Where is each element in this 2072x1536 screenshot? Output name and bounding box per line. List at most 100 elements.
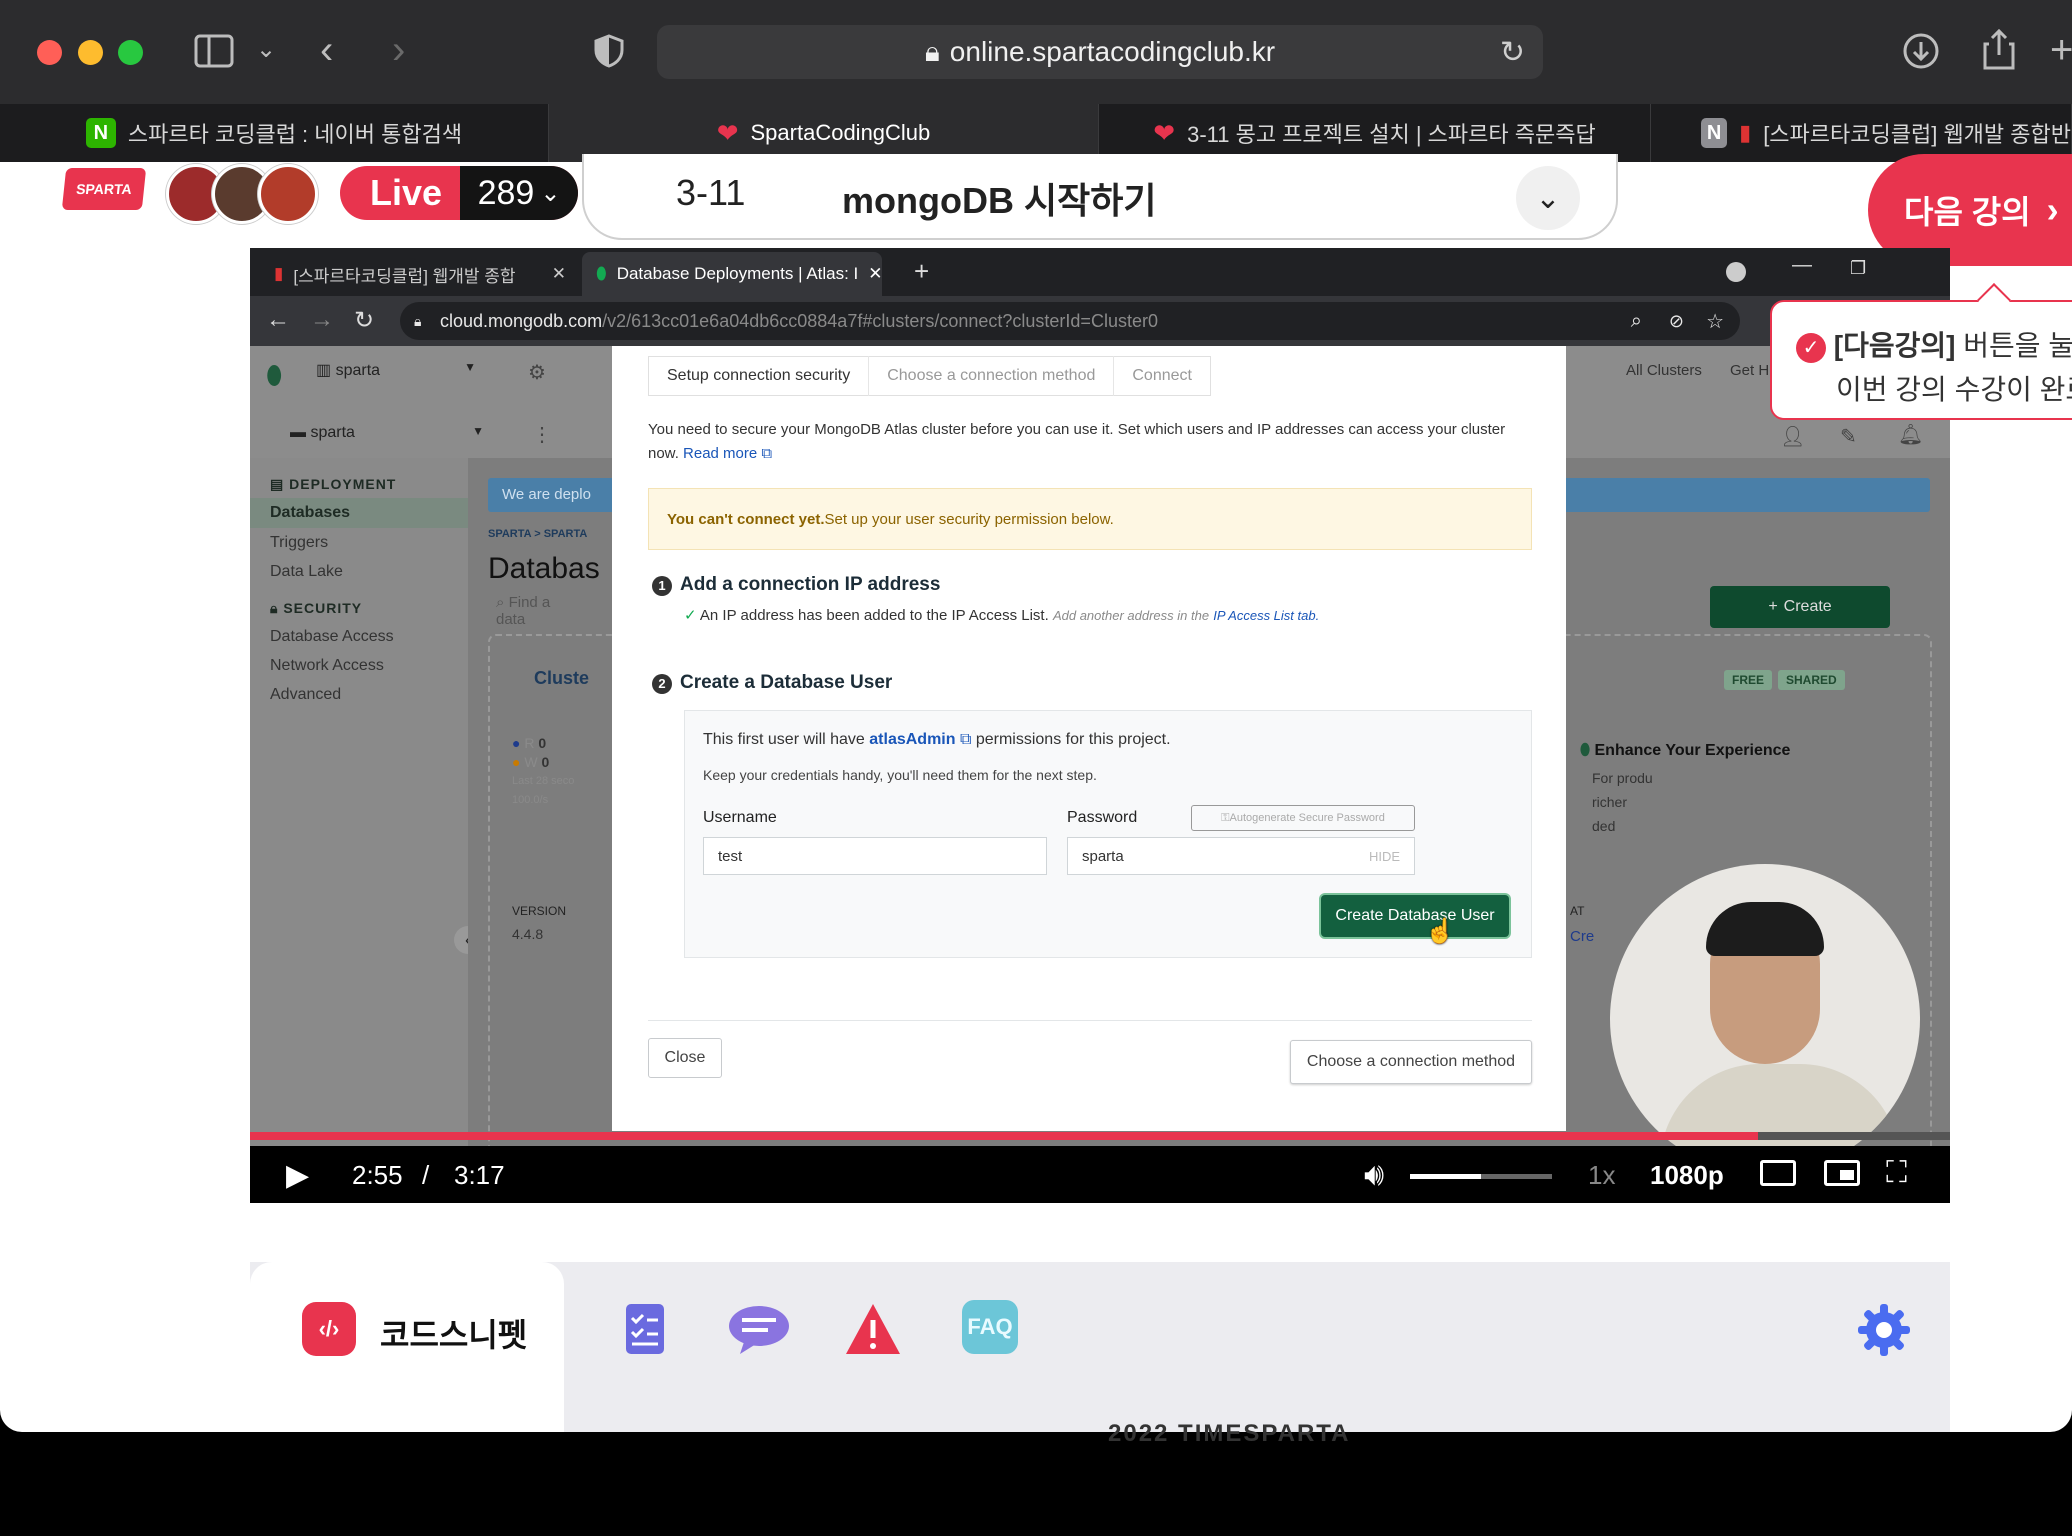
sidebar-item-triggers[interactable]: Triggers bbox=[270, 534, 328, 552]
invite-user-icon[interactable]: 👤︎ bbox=[1780, 424, 1805, 449]
fullscreen-icon[interactable]: ⛶ bbox=[1886, 1156, 1907, 1190]
page-title: Databas bbox=[488, 552, 600, 585]
step2-title: 2 Create a Database User bbox=[652, 672, 892, 694]
version-value: 4.4.8 bbox=[512, 926, 544, 942]
step-number-2: 2 bbox=[652, 673, 672, 694]
shield-icon[interactable] bbox=[594, 34, 624, 74]
username-field[interactable]: test bbox=[703, 837, 1047, 875]
forward-icon[interactable]: → bbox=[310, 306, 334, 334]
subtitles-icon[interactable] bbox=[1760, 1160, 1796, 1186]
badge-shared: SHARED bbox=[1778, 670, 1845, 690]
playback-speed[interactable]: 1x bbox=[1588, 1160, 1615, 1191]
step-setup-security[interactable]: Setup connection security bbox=[649, 356, 870, 396]
lecture-selector[interactable]: 3-11 mongoDB 시작하기 ⌄ bbox=[582, 154, 1618, 240]
video-progress-fill bbox=[250, 1132, 1758, 1140]
sparta-logo[interactable]: SPARTA bbox=[61, 168, 147, 210]
eye-off-icon[interactable]: ⊘ bbox=[1669, 311, 1684, 332]
gear-icon[interactable]: ⚙ bbox=[528, 360, 546, 385]
step-choose-method[interactable]: Choose a connection method bbox=[869, 356, 1115, 396]
sidebar-toggle-icon[interactable] bbox=[194, 34, 234, 74]
reload-icon[interactable]: ↻ bbox=[1500, 35, 1525, 70]
password-field[interactable]: sparta HIDE bbox=[1067, 837, 1415, 875]
video-player[interactable]: ▮ [스파르타코딩클럽] 웹개발 종합 ✕ ⬮ Database Deploym… bbox=[250, 248, 1950, 1203]
close-button[interactable]: Close bbox=[648, 1038, 722, 1078]
tab-naver-search[interactable]: N 스파르타 코딩클럽 : 네이버 통합검색 bbox=[0, 104, 549, 162]
share-icon[interactable] bbox=[1982, 28, 2016, 76]
chrome-tab-atlas[interactable]: ⬮ Database Deployments | Atlas: I ✕ bbox=[582, 252, 882, 296]
breadcrumb[interactable]: SPARTA > SPARTA bbox=[488, 528, 587, 540]
volume-slider[interactable] bbox=[1410, 1174, 1552, 1179]
download-icon[interactable] bbox=[1902, 32, 1940, 76]
ip-access-list-link[interactable]: IP Access List tab. bbox=[1213, 608, 1319, 623]
warning-icon[interactable] bbox=[844, 1300, 902, 1358]
metrics: ● R 0 ● W 0 Last 28 seco 100.0/s bbox=[512, 735, 575, 806]
back-icon[interactable]: ← bbox=[266, 306, 290, 334]
sidebar-item-database-access[interactable]: Database Access bbox=[270, 628, 394, 646]
back-icon[interactable]: ‹ bbox=[320, 30, 333, 70]
create-link[interactable]: Cre bbox=[1570, 928, 1594, 945]
bell-icon[interactable]: 🔔︎ bbox=[1898, 422, 1923, 447]
zoom-icon[interactable]: ⌕ bbox=[1631, 310, 1642, 333]
star-icon[interactable]: ☆ bbox=[1706, 309, 1724, 334]
avatar-group[interactable] bbox=[166, 164, 320, 224]
restore-icon[interactable]: ❐ bbox=[1850, 258, 1866, 279]
minimize-icon[interactable]: — bbox=[1792, 254, 1812, 277]
autogenerate-password-button[interactable]: ⚿ Autogenerate Secure Password bbox=[1191, 805, 1415, 831]
top-link-all-clusters[interactable]: All Clusters bbox=[1626, 362, 1702, 379]
create-button[interactable]: + Create bbox=[1710, 586, 1890, 628]
find-database-input[interactable]: ⌕ Find a data bbox=[488, 588, 588, 628]
close-icon[interactable]: ✕ bbox=[552, 264, 566, 284]
chrome-tab-course[interactable]: ▮ [스파르타코딩클럽] 웹개발 종합 ✕ bbox=[260, 252, 580, 296]
sidebar-item-data-lake[interactable]: Data Lake bbox=[270, 563, 343, 581]
more-icon[interactable]: ⋮ bbox=[532, 422, 552, 447]
faq-icon[interactable]: FAQ bbox=[962, 1300, 1020, 1358]
close-window-button[interactable] bbox=[37, 40, 62, 65]
chrome-omnibox[interactable]: 🔒︎ cloud.mongodb.com/v2/613cc01e6a04db6c… bbox=[400, 302, 1740, 340]
tooltip-bold: [다음강의] bbox=[1833, 330, 1956, 361]
create-database-user-button[interactable]: Create Database User bbox=[1321, 895, 1509, 937]
pip-icon[interactable] bbox=[1824, 1160, 1860, 1186]
video-progress-track[interactable] bbox=[250, 1132, 1950, 1140]
close-icon[interactable]: ✕ bbox=[868, 264, 882, 284]
lecture-number: 3-11 bbox=[676, 172, 746, 213]
top-link-get-help[interactable]: Get H bbox=[1730, 362, 1769, 379]
quality-selector[interactable]: 1080p bbox=[1650, 1160, 1724, 1191]
live-pill[interactable]: Live 289 ⌄ bbox=[340, 166, 578, 220]
url-text: online.spartacodingclub.kr bbox=[949, 36, 1276, 67]
choose-connection-method-button[interactable]: Choose a connection method bbox=[1290, 1040, 1532, 1084]
tab-label: 3-11 몽고 프로젝트 설치 | 스파르타 즉문즉답 bbox=[1187, 122, 1596, 147]
sidebar-item-databases[interactable]: Databases bbox=[270, 504, 350, 522]
read-more-link[interactable]: Read more bbox=[683, 445, 757, 462]
external-link-icon: ⧉ bbox=[757, 445, 773, 462]
new-tab-icon[interactable]: + bbox=[2050, 30, 2072, 70]
chevron-down-icon[interactable]: ⌄ bbox=[256, 38, 276, 62]
cluster-name[interactable]: Cluste bbox=[534, 668, 589, 689]
chat-icon[interactable] bbox=[726, 1300, 789, 1358]
instructor-webcam bbox=[1610, 864, 1920, 1174]
checklist-icon[interactable] bbox=[616, 1300, 674, 1358]
tab-code-snippet[interactable]: ‹/› 코드스니펫 bbox=[250, 1262, 564, 1432]
play-icon[interactable]: ▶ bbox=[286, 1158, 309, 1193]
gear-icon[interactable] bbox=[1854, 1300, 1912, 1358]
reload-icon[interactable]: ↻ bbox=[354, 306, 374, 335]
new-tab-icon[interactable]: + bbox=[914, 256, 929, 287]
sidebar-item-network-access[interactable]: Network Access bbox=[270, 657, 384, 675]
lock-icon: 🔒︎ bbox=[924, 35, 940, 67]
forward-icon[interactable]: › bbox=[392, 30, 405, 70]
step-connect[interactable]: Connect bbox=[1114, 356, 1210, 396]
sidebar-item-advanced[interactable]: Advanced bbox=[270, 686, 341, 704]
project-select[interactable]: ▬ sparta ▼ bbox=[290, 424, 484, 450]
org-select[interactable]: ▥ sparta ▼ bbox=[308, 360, 484, 386]
next-lecture-tooltip: ✓ [다음강의] 버튼을 눌 이번 강의 수강이 완료 bbox=[1770, 283, 2072, 420]
activity-icon[interactable]: ✎ bbox=[1840, 424, 1857, 449]
live-count[interactable]: 289 ⌄ bbox=[460, 166, 578, 220]
atlas-admin-link[interactable]: atlasAdmin bbox=[869, 731, 955, 748]
address-bar[interactable]: 🔒︎ online.spartacodingclub.kr ↻ bbox=[657, 25, 1543, 79]
minimize-window-button[interactable] bbox=[78, 40, 103, 65]
hide-password-toggle[interactable]: HIDE bbox=[1369, 849, 1400, 864]
zoom-window-button[interactable] bbox=[118, 40, 143, 65]
tab-search-icon[interactable] bbox=[1726, 262, 1746, 282]
chevron-down-icon[interactable]: ⌄ bbox=[1516, 166, 1580, 230]
code-snippet-icon: ‹/› bbox=[302, 1302, 356, 1356]
volume-icon[interactable]: 🔊︎ bbox=[1364, 1156, 1384, 1194]
